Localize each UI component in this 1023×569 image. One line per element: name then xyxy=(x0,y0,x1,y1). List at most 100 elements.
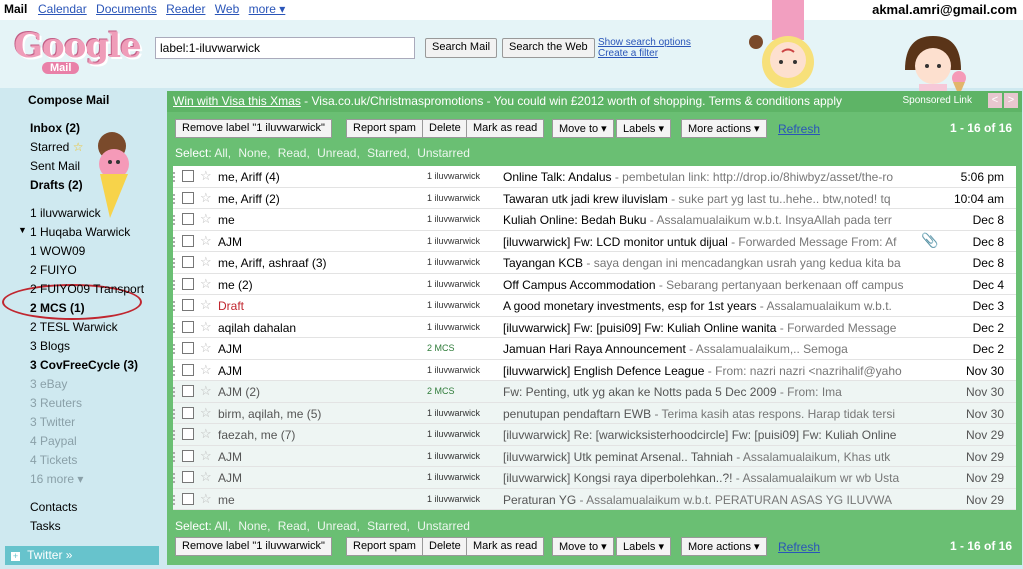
email-checkbox[interactable] xyxy=(182,191,194,204)
drag-handle-icon[interactable] xyxy=(173,473,178,483)
email-row[interactable]: ☆ me, Ariff (4) 1 iluvwarwick Online Talk: … xyxy=(173,166,1016,188)
star-icon[interactable]: ☆ xyxy=(200,190,212,206)
sidebar-label-2-fuiyo09-transport[interactable]: 2 FUIYO09 Transport xyxy=(30,282,144,296)
drag-handle-icon[interactable] xyxy=(173,215,178,225)
email-checkbox[interactable] xyxy=(182,385,194,397)
sidebar-label-3-covfreecycle[interactable]: 3 CovFreeCycle (3) xyxy=(30,358,138,372)
sidebar-labels-more[interactable]: 16 more ▾ xyxy=(30,472,83,486)
email-label-tag[interactable]: 1 iluvwarwick xyxy=(427,365,480,375)
sidebar-item-starred[interactable]: Starred ☆ xyxy=(30,140,83,154)
select-unread[interactable]: Unread, xyxy=(317,146,360,160)
report-spam-button[interactable]: Report spam xyxy=(346,119,423,138)
top-nav-reader[interactable]: Reader xyxy=(166,2,205,16)
star-icon[interactable]: ☆ xyxy=(200,362,212,378)
sidebar-label-3-ebay[interactable]: 3 eBay xyxy=(30,377,67,391)
star-icon[interactable]: ☆ xyxy=(200,340,212,356)
email-label-tag[interactable]: 1 iluvwarwick xyxy=(427,214,480,224)
remove-label-button[interactable]: Remove label "1 iluvwarwick" xyxy=(175,119,332,138)
remove-label-button[interactable]: Remove label "1 iluvwarwick" xyxy=(175,537,332,556)
email-checkbox[interactable] xyxy=(182,492,194,505)
email-checkbox[interactable] xyxy=(182,256,194,268)
select-read[interactable]: Read, xyxy=(278,146,310,160)
email-label-tag[interactable]: 1 iluvwarwick xyxy=(427,408,480,418)
sidebar-item-drafts[interactable]: Drafts (2) xyxy=(30,178,83,192)
email-checkbox[interactable] xyxy=(182,449,194,462)
star-icon[interactable]: ☆ xyxy=(200,276,212,292)
sidebar-label-1-wow09[interactable]: 1 WOW09 xyxy=(30,244,85,258)
email-checkbox[interactable] xyxy=(182,170,194,182)
email-checkbox[interactable] xyxy=(182,406,194,419)
drag-handle-icon[interactable] xyxy=(173,193,178,204)
email-label-tag[interactable]: 1 iluvwarwick xyxy=(427,257,480,267)
email-checkbox[interactable] xyxy=(182,320,194,333)
select-all[interactable]: All, xyxy=(214,519,231,533)
top-nav-documents[interactable]: Documents xyxy=(96,2,157,16)
sidebar-label-4-tickets[interactable]: 4 Tickets xyxy=(30,453,77,467)
email-checkbox[interactable] xyxy=(182,471,194,483)
top-nav-web[interactable]: Web xyxy=(215,2,239,16)
email-checkbox[interactable] xyxy=(182,299,194,311)
email-label-tag[interactable]: 1 iluvwarwick xyxy=(427,300,480,310)
email-row[interactable]: ☆ aqilah dahalan 1 iluvwarwick [iluvwarwick… xyxy=(173,316,1016,338)
top-nav-calendar[interactable]: Calendar xyxy=(38,2,87,16)
email-row[interactable]: ☆ birm, aqilah, me (5) 1 iluvwarwick penutu… xyxy=(173,402,1016,424)
sidebar-label-3-blogs[interactable]: 3 Blogs xyxy=(30,339,70,353)
select-none[interactable]: None, xyxy=(238,519,270,533)
sidebar-label-4-paypal[interactable]: 4 Paypal xyxy=(30,434,77,448)
email-label-tag[interactable]: 1 iluvwarwick xyxy=(427,236,480,246)
email-row[interactable]: ☆ AJM 1 iluvwarwick [iluvwarwick] English D… xyxy=(173,359,1016,381)
promo-prev-button[interactable]: < xyxy=(988,93,1002,108)
email-label-tag[interactable]: 1 iluvwarwick xyxy=(427,279,480,289)
select-starred[interactable]: Starred, xyxy=(367,519,410,533)
select-all[interactable]: All, xyxy=(214,146,231,160)
email-label-tag[interactable]: 1 iluvwarwick xyxy=(427,322,480,332)
email-checkbox[interactable] xyxy=(182,363,194,376)
more-actions-dropdown[interactable]: More actions ▾ xyxy=(681,537,767,556)
drag-handle-icon[interactable] xyxy=(173,301,178,311)
drag-handle-icon[interactable] xyxy=(173,258,178,268)
sidebar-item-sent[interactable]: Sent Mail xyxy=(30,159,80,173)
email-row[interactable]: ☆ me (2) 1 iluvwarwick Off Campus Accommoda… xyxy=(173,273,1016,295)
mark-as-read-button[interactable]: Mark as read xyxy=(466,119,545,138)
select-read[interactable]: Read, xyxy=(278,519,310,533)
move-to-dropdown[interactable]: Move to ▾ xyxy=(552,537,614,556)
move-to-dropdown[interactable]: Move to ▾ xyxy=(552,119,614,138)
email-label-tag[interactable]: 2 MCS xyxy=(427,386,455,396)
select-unstarred[interactable]: Unstarred xyxy=(417,519,470,533)
delete-button[interactable]: Delete xyxy=(422,537,468,556)
email-label-tag[interactable]: 1 iluvwarwick xyxy=(427,429,480,439)
email-row[interactable]: ☆ me 1 iluvwarwick Kuliah Online: Bedah Buk… xyxy=(173,209,1016,231)
email-row[interactable]: ☆ AJM (2) 2 MCS Fw: Penting, utk yg akan ke… xyxy=(173,381,1016,403)
expand-plus-icon[interactable]: + xyxy=(11,552,20,561)
star-icon[interactable]: ☆ xyxy=(200,319,212,335)
drag-handle-icon[interactable] xyxy=(173,387,178,397)
compose-mail-link[interactable]: Compose Mail xyxy=(28,93,109,107)
drag-handle-icon[interactable] xyxy=(173,322,178,333)
sidebar-label-2-tesl-warwick[interactable]: 2 TESL Warwick xyxy=(30,320,118,334)
email-checkbox[interactable] xyxy=(182,213,194,225)
drag-handle-icon[interactable] xyxy=(173,494,178,505)
refresh-link[interactable]: Refresh xyxy=(778,540,820,554)
mark-as-read-button[interactable]: Mark as read xyxy=(466,537,545,556)
email-row[interactable]: ☆ me, Ariff, ashraaf (3) 1 iluvwarwick Taya… xyxy=(173,252,1016,274)
sidebar-item-tasks[interactable]: Tasks xyxy=(30,519,61,533)
star-icon[interactable]: ☆ xyxy=(200,491,212,507)
create-filter-link[interactable]: Create a filter xyxy=(598,48,691,59)
email-row[interactable]: ☆ Draft 1 iluvwarwick A good monetary inves… xyxy=(173,295,1016,317)
delete-button[interactable]: Delete xyxy=(422,119,468,138)
show-search-options-link[interactable]: Show search options xyxy=(598,37,691,48)
sidebar-item-contacts[interactable]: Contacts xyxy=(30,500,77,514)
star-icon[interactable]: ☆ xyxy=(200,233,212,249)
sidebar-label-2-fuiyo[interactable]: 2 FUIYO xyxy=(30,263,77,277)
drag-handle-icon[interactable] xyxy=(173,365,178,376)
drag-handle-icon[interactable] xyxy=(173,172,178,182)
report-spam-button[interactable]: Report spam xyxy=(346,537,423,556)
drag-handle-icon[interactable] xyxy=(173,408,178,419)
drag-handle-icon[interactable] xyxy=(173,279,178,290)
email-label-tag[interactable]: 1 iluvwarwick xyxy=(427,171,480,181)
email-row[interactable]: ☆ AJM 1 iluvwarwick [iluvwarwick] Kongsi ra… xyxy=(173,467,1016,489)
email-row[interactable]: ☆ faezah, me (7) 1 iluvwarwick [iluvwarwick… xyxy=(173,424,1016,446)
sidebar-label-3-twitter[interactable]: 3 Twitter xyxy=(30,415,75,429)
star-icon[interactable]: ☆ xyxy=(200,448,212,464)
twitter-gadget-bar[interactable]: + Twitter » xyxy=(5,546,159,565)
